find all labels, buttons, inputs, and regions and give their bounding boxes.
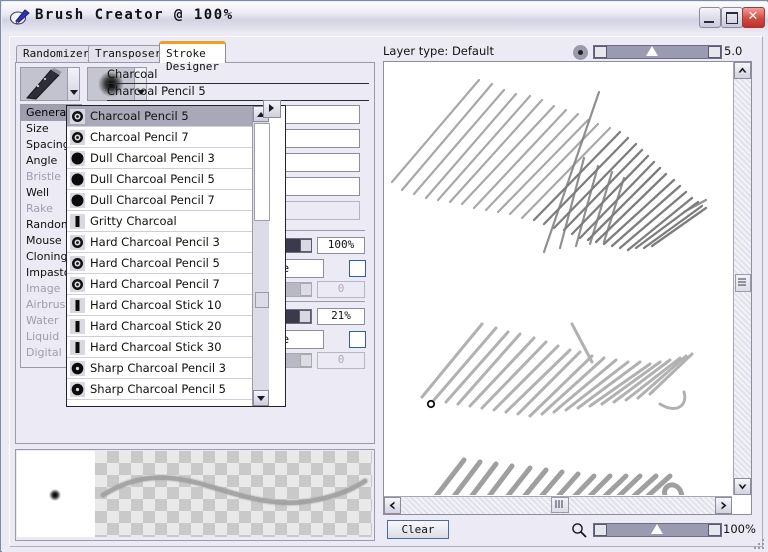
list-item[interactable]: Hard Charcoal Pencil 5 <box>67 253 252 274</box>
layer-type-label: Layer type: Default <box>383 44 494 58</box>
ring-dab-icon <box>70 256 85 271</box>
solid-dab-icon <box>70 361 85 376</box>
ring-dab-icon <box>70 130 85 145</box>
brush-category-name: Charcoal <box>107 67 369 84</box>
ring-dab-icon <box>70 277 85 292</box>
brush-size-slider[interactable] <box>593 45 722 59</box>
brush-category-thumbnail-dropdown[interactable] <box>20 67 80 101</box>
grain-value[interactable]: 21% <box>317 308 365 325</box>
brush-name-labels: Charcoal Charcoal Pencil 5 <box>107 67 369 101</box>
window-resize-grip[interactable] <box>752 537 764 549</box>
grain-invert-checkbox[interactable] <box>349 331 366 348</box>
list-item[interactable]: Gritty Charcoal <box>67 211 252 232</box>
scroll-up-button[interactable] <box>734 62 751 79</box>
zoom-value: 100% <box>723 522 756 536</box>
stick-dab-icon <box>70 298 85 313</box>
list-item[interactable]: Hard Charcoal Pencil 7 <box>67 274 252 295</box>
minimize-button[interactable] <box>699 7 721 28</box>
stroke-canvas-area[interactable] <box>383 61 752 515</box>
brush-preview-strip <box>15 449 375 541</box>
scroll-down-button[interactable] <box>734 478 751 495</box>
close-icon: ✕ <box>746 10 760 24</box>
list-item[interactable]: Sharp Charcoal Pencil 3 <box>67 358 252 379</box>
stick-dab-icon <box>70 214 85 229</box>
list-item[interactable]: Hard Charcoal Pencil 3 <box>67 232 252 253</box>
scrollbar-grip[interactable] <box>255 292 269 308</box>
title-bar: Brush Creator @ 100% ✕ <box>2 2 768 33</box>
maximize-button[interactable] <box>721 7 743 28</box>
dab-preview <box>17 451 95 537</box>
canvas-vertical-scrollbar[interactable] <box>733 62 751 495</box>
scroll-right-button[interactable] <box>715 497 732 514</box>
canvas-horizontal-scrollbar[interactable] <box>384 496 732 514</box>
stick-dab-icon <box>70 340 85 355</box>
brush-variant-items: Charcoal Pencil 5 Charcoal Pencil 7 Dull… <box>67 106 252 406</box>
opacity-invert-checkbox[interactable] <box>349 260 366 277</box>
list-item[interactable]: Charcoal Pencil 5 <box>67 106 252 127</box>
solid-dab-icon <box>70 193 85 208</box>
scroll-down-button[interactable] <box>253 390 269 406</box>
window-title: Brush Creator @ 100% <box>35 7 234 23</box>
scrollbar-thumb[interactable] <box>551 497 569 513</box>
brush-tool-thumbnail <box>20 67 68 101</box>
list-item[interactable]: Charcoal Pencil 7 <box>67 127 252 148</box>
close-button[interactable]: ✕ <box>742 7 765 28</box>
brush-size-dot-icon <box>573 45 588 60</box>
brush-icon <box>10 8 30 26</box>
solid-dab-icon <box>70 172 85 187</box>
brush-size-value: 5.0 <box>724 44 742 58</box>
search-icon <box>571 522 587 538</box>
list-item[interactable]: Hard Charcoal Stick 10 <box>67 295 252 316</box>
tab-transposer[interactable]: Transposer <box>88 45 168 62</box>
list-item[interactable]: Dull Charcoal Pencil 5 <box>67 169 252 190</box>
list-item[interactable]: Hard Charcoal Stick 30 <box>67 337 252 358</box>
scrollbar-thumb[interactable] <box>254 123 270 221</box>
stroke-canvas[interactable] <box>384 62 732 495</box>
brush-variant-name: Charcoal Pencil 5 <box>107 84 369 101</box>
opacity-value[interactable]: 100% <box>317 237 365 254</box>
solid-dab-icon <box>70 151 85 166</box>
popup-scrollbar[interactable] <box>252 106 269 406</box>
chevron-down-icon[interactable] <box>68 67 80 101</box>
zoom-slider[interactable] <box>593 523 722 537</box>
list-item[interactable]: Sharp Charcoal Pencil 5 <box>67 379 252 400</box>
list-expand-button[interactable] <box>263 100 281 118</box>
stroke-preview <box>95 451 372 537</box>
list-item[interactable]: Hard Charcoal Stick 20 <box>67 316 252 337</box>
tab-stroke-designer[interactable]: Stroke Designer <box>159 41 226 63</box>
stick-dab-icon <box>70 319 85 334</box>
ring-dab-icon <box>70 109 85 124</box>
brush-creator-window: Brush Creator @ 100% ✕ Randomizer Transp… <box>0 0 768 552</box>
opacity-min-value: 0 <box>317 281 365 298</box>
list-item[interactable]: Dull Charcoal Pencil 7 <box>67 190 252 211</box>
list-item[interactable]: Dull Charcoal Pencil 3 <box>67 148 252 169</box>
clear-button[interactable]: Clear <box>387 520 449 539</box>
solid-dab-icon <box>70 382 85 397</box>
tab-randomizer[interactable]: Randomizer <box>16 45 96 62</box>
grain-min-value: 0 <box>317 352 365 369</box>
scrollbar-thumb[interactable] <box>735 274 751 292</box>
ring-dab-icon <box>70 235 85 250</box>
scroll-left-button[interactable] <box>384 497 401 514</box>
brush-variant-popup-list[interactable]: Charcoal Pencil 5 Charcoal Pencil 7 Dull… <box>66 105 286 407</box>
